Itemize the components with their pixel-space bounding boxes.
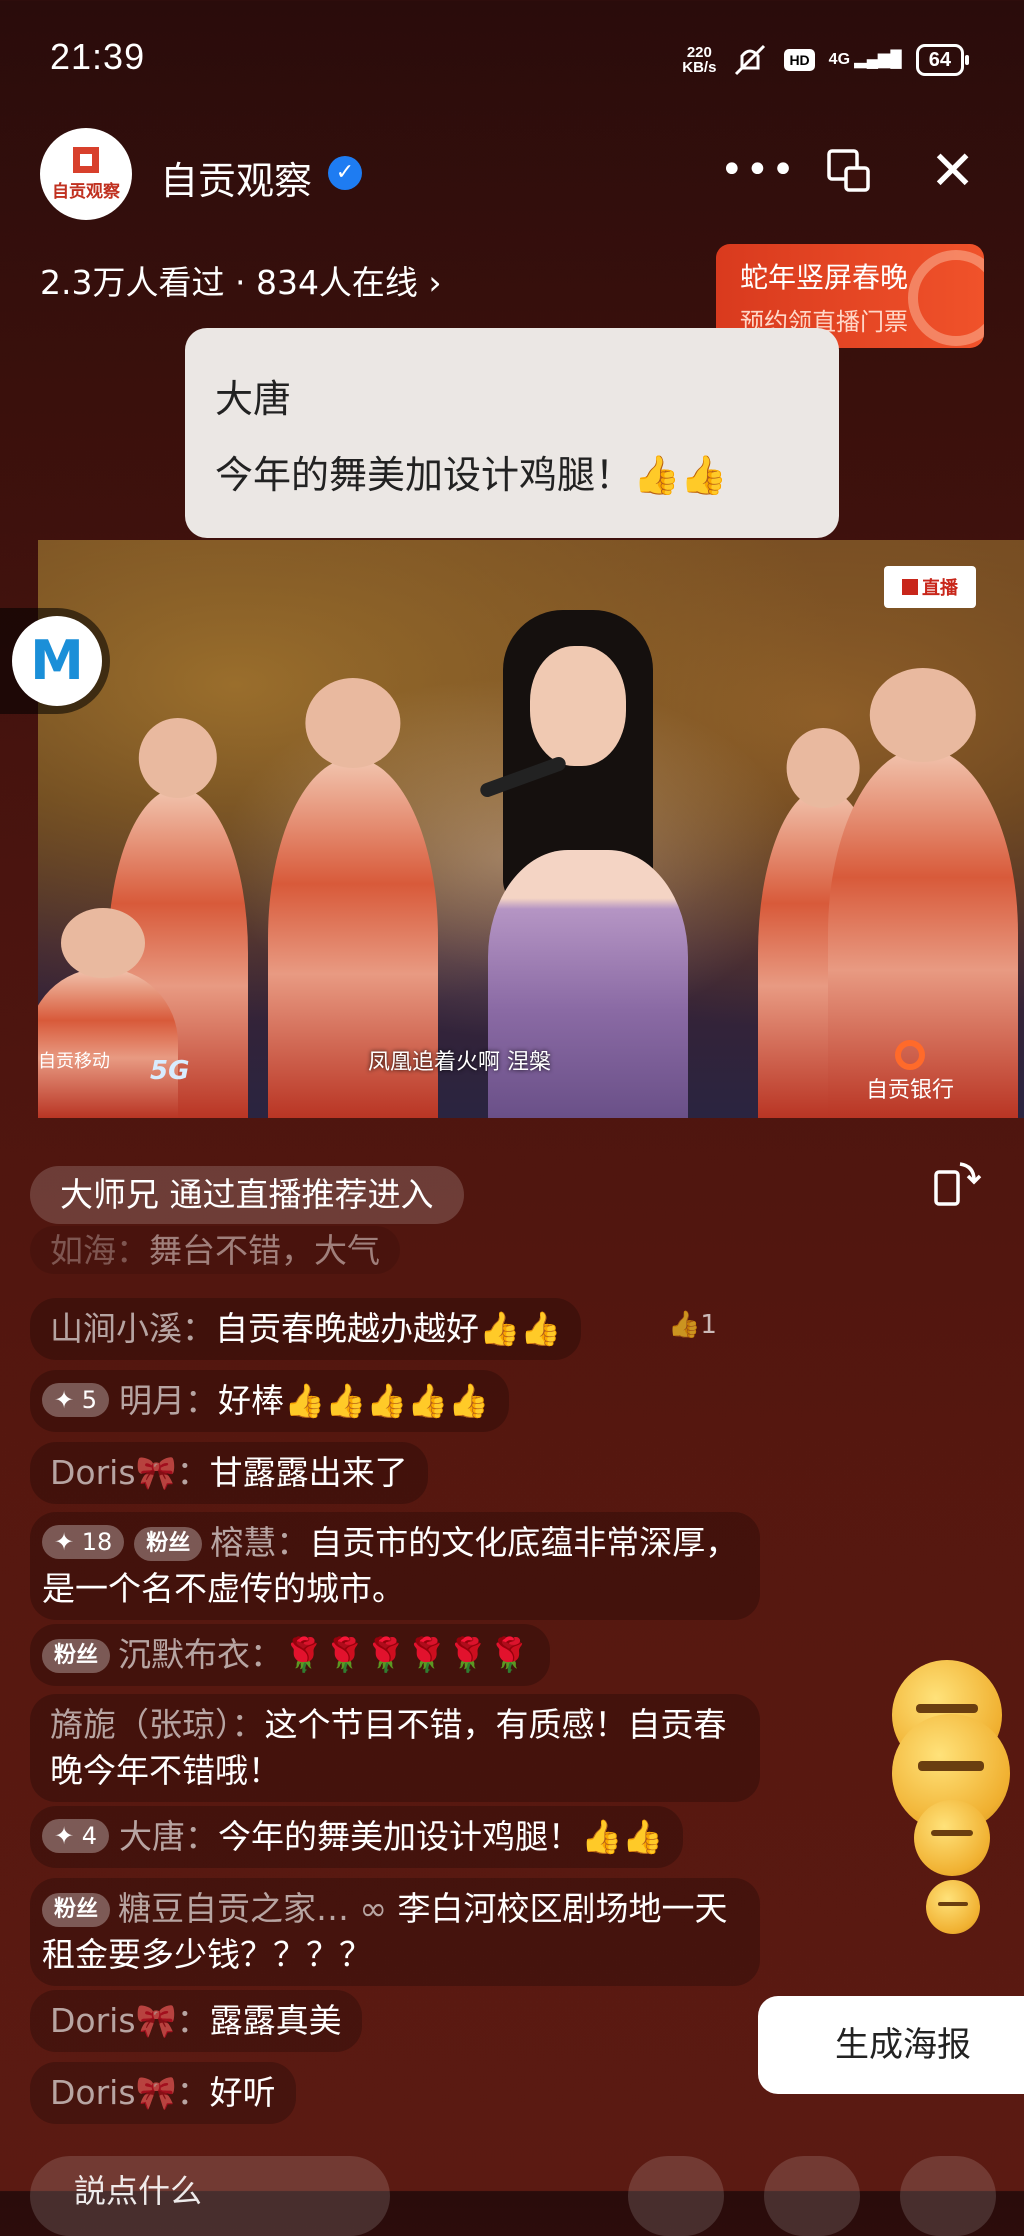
share-button[interactable] — [764, 2156, 860, 2236]
side-app-logo[interactable]: M — [0, 608, 110, 714]
live-badge: 直播 — [884, 566, 976, 608]
channel-logo-icon — [73, 146, 99, 173]
level-badge: ✦ 4 — [42, 1819, 110, 1853]
status-time: 21:39 — [50, 36, 146, 77]
comment-item[interactable]: 旖旎（张琼）：这个节目不错，有质感！自贡春晚今年不错哦！ — [30, 1694, 760, 1802]
battery-icon: 64 — [915, 44, 970, 76]
highlighted-comment-popup: 大唐 今年的舞美加设计鸡腿！👍👍 — [185, 328, 839, 538]
chinese-knot-icon — [908, 250, 984, 346]
comment-item[interactable]: ✦ 4 大唐：今年的舞美加设计鸡腿！👍👍 — [30, 1806, 684, 1868]
dancer-figure — [38, 908, 178, 1118]
network-speed: 220 KB/s — [682, 44, 717, 76]
picture-in-picture-icon[interactable] — [826, 148, 872, 194]
status-icons: 220 KB/s HD 4G ▂▄▆█ 64 — [682, 40, 970, 80]
signal-icon: 4G ▂▄▆█ — [828, 51, 902, 68]
link-icon: ∞ — [349, 1889, 398, 1928]
close-icon[interactable]: ✕ — [930, 144, 976, 198]
like-button[interactable] — [900, 2156, 996, 2236]
promo-title: 蛇年竖屏春晚 — [740, 261, 909, 294]
sponsor-watermark-left: 自贡移动 — [38, 1051, 110, 1072]
popup-user: 大唐 — [215, 377, 292, 421]
comment-item[interactable]: ✦ 5 明月：好棒👍👍👍👍👍 — [30, 1370, 510, 1432]
comment-item[interactable]: ✦ 18 粉丝 榕慧：自贡市的文化底蕴非常深厚，是一个名不虚传的城市。 — [30, 1512, 760, 1620]
gift-button[interactable] — [628, 2156, 724, 2236]
live-video[interactable]: 直播 凤凰追着火啊 涅槃 自贡移动 5G 自贡银行 — [38, 540, 1024, 1118]
sponsor-watermark-right: 自贡银行 — [866, 1040, 954, 1104]
comment-item[interactable]: Doris🎀：露露真美 — [30, 1990, 362, 2052]
fan-badge: 粉丝 — [134, 1527, 203, 1561]
emoji-reaction-icon — [926, 1880, 980, 1934]
avatar-label: 自贡观察 — [52, 181, 120, 202]
comment-input[interactable]: 説点什么 — [30, 2156, 390, 2236]
comment-like[interactable]: 👍1 — [668, 1310, 717, 1340]
5g-watermark: 5G — [150, 1056, 190, 1086]
viewer-stats[interactable]: 2.3万人看过 · 834人在线 › — [40, 256, 442, 304]
comment-item[interactable]: Doris🎀：甘露露出来了 — [30, 1442, 428, 1504]
channel-avatar[interactable]: 自贡观察 — [40, 128, 132, 220]
thumb-up-icon: 👍 — [668, 1310, 701, 1340]
verified-icon: ✓ — [328, 156, 362, 190]
emoji-reaction-icon — [914, 1800, 990, 1876]
comment-item[interactable]: 粉丝 沉默布衣：🌹🌹🌹🌹🌹🌹 — [30, 1624, 550, 1686]
popup-text: 今年的舞美加设计鸡腿！👍👍 — [215, 453, 728, 497]
m-logo-icon: M — [12, 616, 102, 706]
rotate-screen-icon[interactable] — [930, 1156, 982, 1208]
fan-badge: 粉丝 — [42, 1893, 111, 1927]
comment-item[interactable]: 粉丝 糖豆自贡之家… ∞ 李白河校区剧场地一天租金要多少钱？？？？ — [30, 1878, 760, 1986]
more-button[interactable]: ••• — [720, 150, 797, 190]
comment-item[interactable]: 山涧小溪：自贡春晚越办越好👍👍 — [30, 1298, 582, 1360]
fan-badge: 粉丝 — [42, 1639, 111, 1673]
singer-figure — [458, 610, 758, 1118]
video-subtitle: 凤凰追着火啊 涅槃 — [368, 1050, 551, 1075]
channel-name[interactable]: 自贡观察 — [160, 150, 312, 205]
entry-notice: 大师兄 通过直播推荐进入 — [30, 1166, 464, 1224]
hd-icon: HD — [784, 49, 815, 71]
mute-icon — [735, 44, 766, 76]
comment-item[interactable]: Doris🎀：好听 — [30, 2062, 296, 2124]
level-badge: ✦ 5 — [42, 1383, 110, 1417]
level-badge: ✦ 18 — [42, 1525, 125, 1559]
comment-item[interactable]: 如海：舞台不错，大气 — [30, 1226, 400, 1274]
generate-poster-button[interactable]: 生成海报 — [758, 1996, 1024, 2094]
